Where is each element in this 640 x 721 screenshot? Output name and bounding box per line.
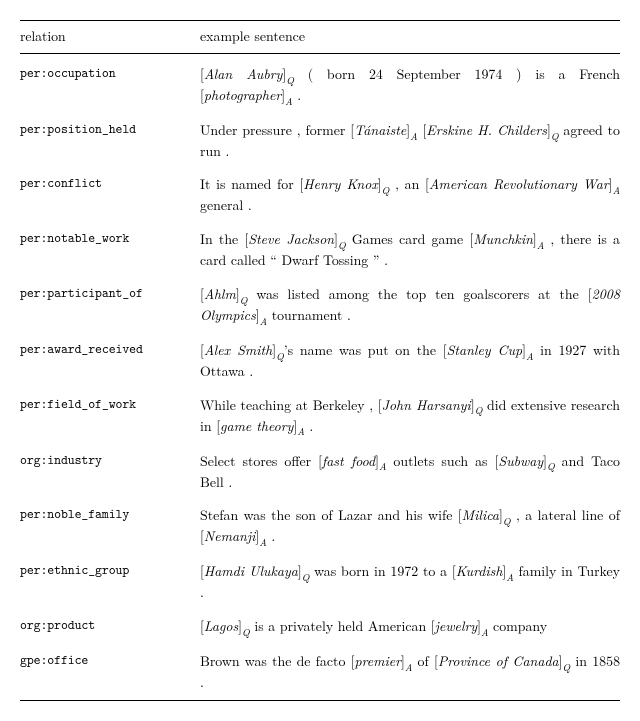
header-relation: relation <box>20 27 200 47</box>
entity-span: jewelry <box>435 616 477 636</box>
entity-subscript: A <box>481 625 488 639</box>
entity-span: premier <box>354 651 401 671</box>
entity-subscript: A <box>405 660 412 674</box>
entity-subscript: A <box>379 459 386 473</box>
example-cell: Stefan was the son of Lazar and his wife… <box>200 506 620 548</box>
relation-examples-table: relation example sentence per:occupation… <box>20 20 620 701</box>
relation-cell: org:product <box>20 617 200 638</box>
entity-span: Kurdish <box>456 561 503 581</box>
entity-span: Province of Canada <box>438 651 559 671</box>
table-header-row: relation example sentence <box>20 21 620 53</box>
example-cell: [Alan Aubry]Q ( born 24 September 1974 )… <box>200 65 620 107</box>
table-row: per:occupation[Alan Aubry]Q ( born 24 Se… <box>20 61 620 117</box>
entity-span: Munchkin <box>473 229 533 249</box>
entity-span: Tánaiste <box>354 120 406 140</box>
relation-cell: per:position_held <box>20 121 200 162</box>
entity-span: John Harsanyi <box>382 395 471 415</box>
entity-subscript: Q <box>551 129 559 143</box>
entity-subscript: A <box>410 129 417 143</box>
table-row: per:notable_workIn the [Steve Jackson]Q … <box>20 226 620 281</box>
relation-cell: per:participant_of <box>20 285 200 327</box>
entity-subscript: A <box>537 238 544 252</box>
entity-subscript: A <box>259 535 266 549</box>
entity-span: Henry Knox <box>303 174 378 194</box>
table-row: per:award_received[Alex Smith]Q’s name w… <box>20 337 620 392</box>
entity-subscript: Q <box>547 459 555 473</box>
entity-span: American Revolutionary War <box>429 174 609 194</box>
example-cell: [Ahlm]Q was listed among the top ten goa… <box>200 285 620 327</box>
relation-cell: per:noble_family <box>20 506 200 548</box>
table-row: org:industrySelect stores offer [fast fo… <box>20 448 620 503</box>
entity-subscript: A <box>297 424 304 438</box>
entity-span: photographer <box>204 85 281 105</box>
table-row: gpe:officeBrown was the de facto [premie… <box>20 648 620 700</box>
relation-cell: per:field_of_work <box>20 396 200 438</box>
entity-subscript: Q <box>563 660 571 674</box>
bottom-rule <box>20 700 620 701</box>
entity-subscript: Q <box>382 183 390 197</box>
entity-span: Lagos <box>204 616 238 636</box>
table-row: per:conflictIt is named for [Henry Knox]… <box>20 171 620 226</box>
entity-subscript: A <box>506 570 513 584</box>
entity-subscript: Q <box>240 293 248 307</box>
relation-cell: per:occupation <box>20 65 200 107</box>
example-cell: Under pressure , former [Tánaiste]A [Ers… <box>200 121 620 162</box>
entity-subscript: A <box>526 349 533 363</box>
entity-span: Ahlm <box>204 284 236 304</box>
relation-cell: org:industry <box>20 452 200 493</box>
relation-cell: per:award_received <box>20 341 200 382</box>
example-cell: Brown was the de facto [premier]A of [Pr… <box>200 652 620 693</box>
entity-subscript: A <box>613 183 620 197</box>
table-row: org:product[Lagos]Q is a privately held … <box>20 613 620 648</box>
entity-span: Alan Aubry <box>204 64 282 84</box>
entity-span: Subway <box>498 451 543 471</box>
entity-span: Erskine H. Childers <box>426 120 547 140</box>
table-row: per:noble_familyStefan was the son of La… <box>20 502 620 558</box>
entity-subscript: A <box>260 314 267 328</box>
entity-span: Nemanji <box>204 526 256 546</box>
example-cell: [Alex Smith]Q’s name was put on the [Sta… <box>200 341 620 382</box>
entity-span: Steve Jackson <box>248 229 334 249</box>
table-row: per:field_of_workWhile teaching at Berke… <box>20 392 620 448</box>
entity-span: Stanley Cup <box>447 340 523 360</box>
entity-subscript: A <box>285 94 292 108</box>
header-example: example sentence <box>200 27 620 47</box>
table-row: per:ethnic_group[Hamdi Ulukaya]Q was bor… <box>20 558 620 613</box>
example-cell: Select stores offer [fast food]A outlets… <box>200 452 620 493</box>
entity-subscript: Q <box>302 570 310 584</box>
example-cell: [Lagos]Q is a privately held American [j… <box>200 617 620 638</box>
entity-subscript: Q <box>338 238 346 252</box>
example-cell: While teaching at Berkeley , [John Harsa… <box>200 396 620 438</box>
entity-span: Hamdi Ulukaya <box>204 561 298 581</box>
relation-cell: per:notable_work <box>20 230 200 271</box>
example-cell: It is named for [Henry Knox]Q , an [Amer… <box>200 175 620 216</box>
entity-subscript: Q <box>242 625 250 639</box>
relation-cell: gpe:office <box>20 652 200 693</box>
entity-span: fast food <box>322 451 375 471</box>
table-body: per:occupation[Alan Aubry]Q ( born 24 Se… <box>20 54 620 700</box>
example-cell: In the [Steve Jackson]Q Games card game … <box>200 230 620 271</box>
table-row: per:position_heldUnder pressure , former… <box>20 117 620 172</box>
entity-subscript: Q <box>503 514 511 528</box>
entity-subscript: Q <box>276 349 284 363</box>
entity-subscript: Q <box>475 403 483 417</box>
entity-span: Alex Smith <box>204 340 272 360</box>
entity-span: Milica <box>462 505 499 525</box>
table-row: per:participant_of[Ahlm]Q was listed amo… <box>20 281 620 337</box>
entity-span: game theory <box>220 416 293 436</box>
relation-cell: per:conflict <box>20 175 200 216</box>
entity-subscript: Q <box>286 73 294 87</box>
